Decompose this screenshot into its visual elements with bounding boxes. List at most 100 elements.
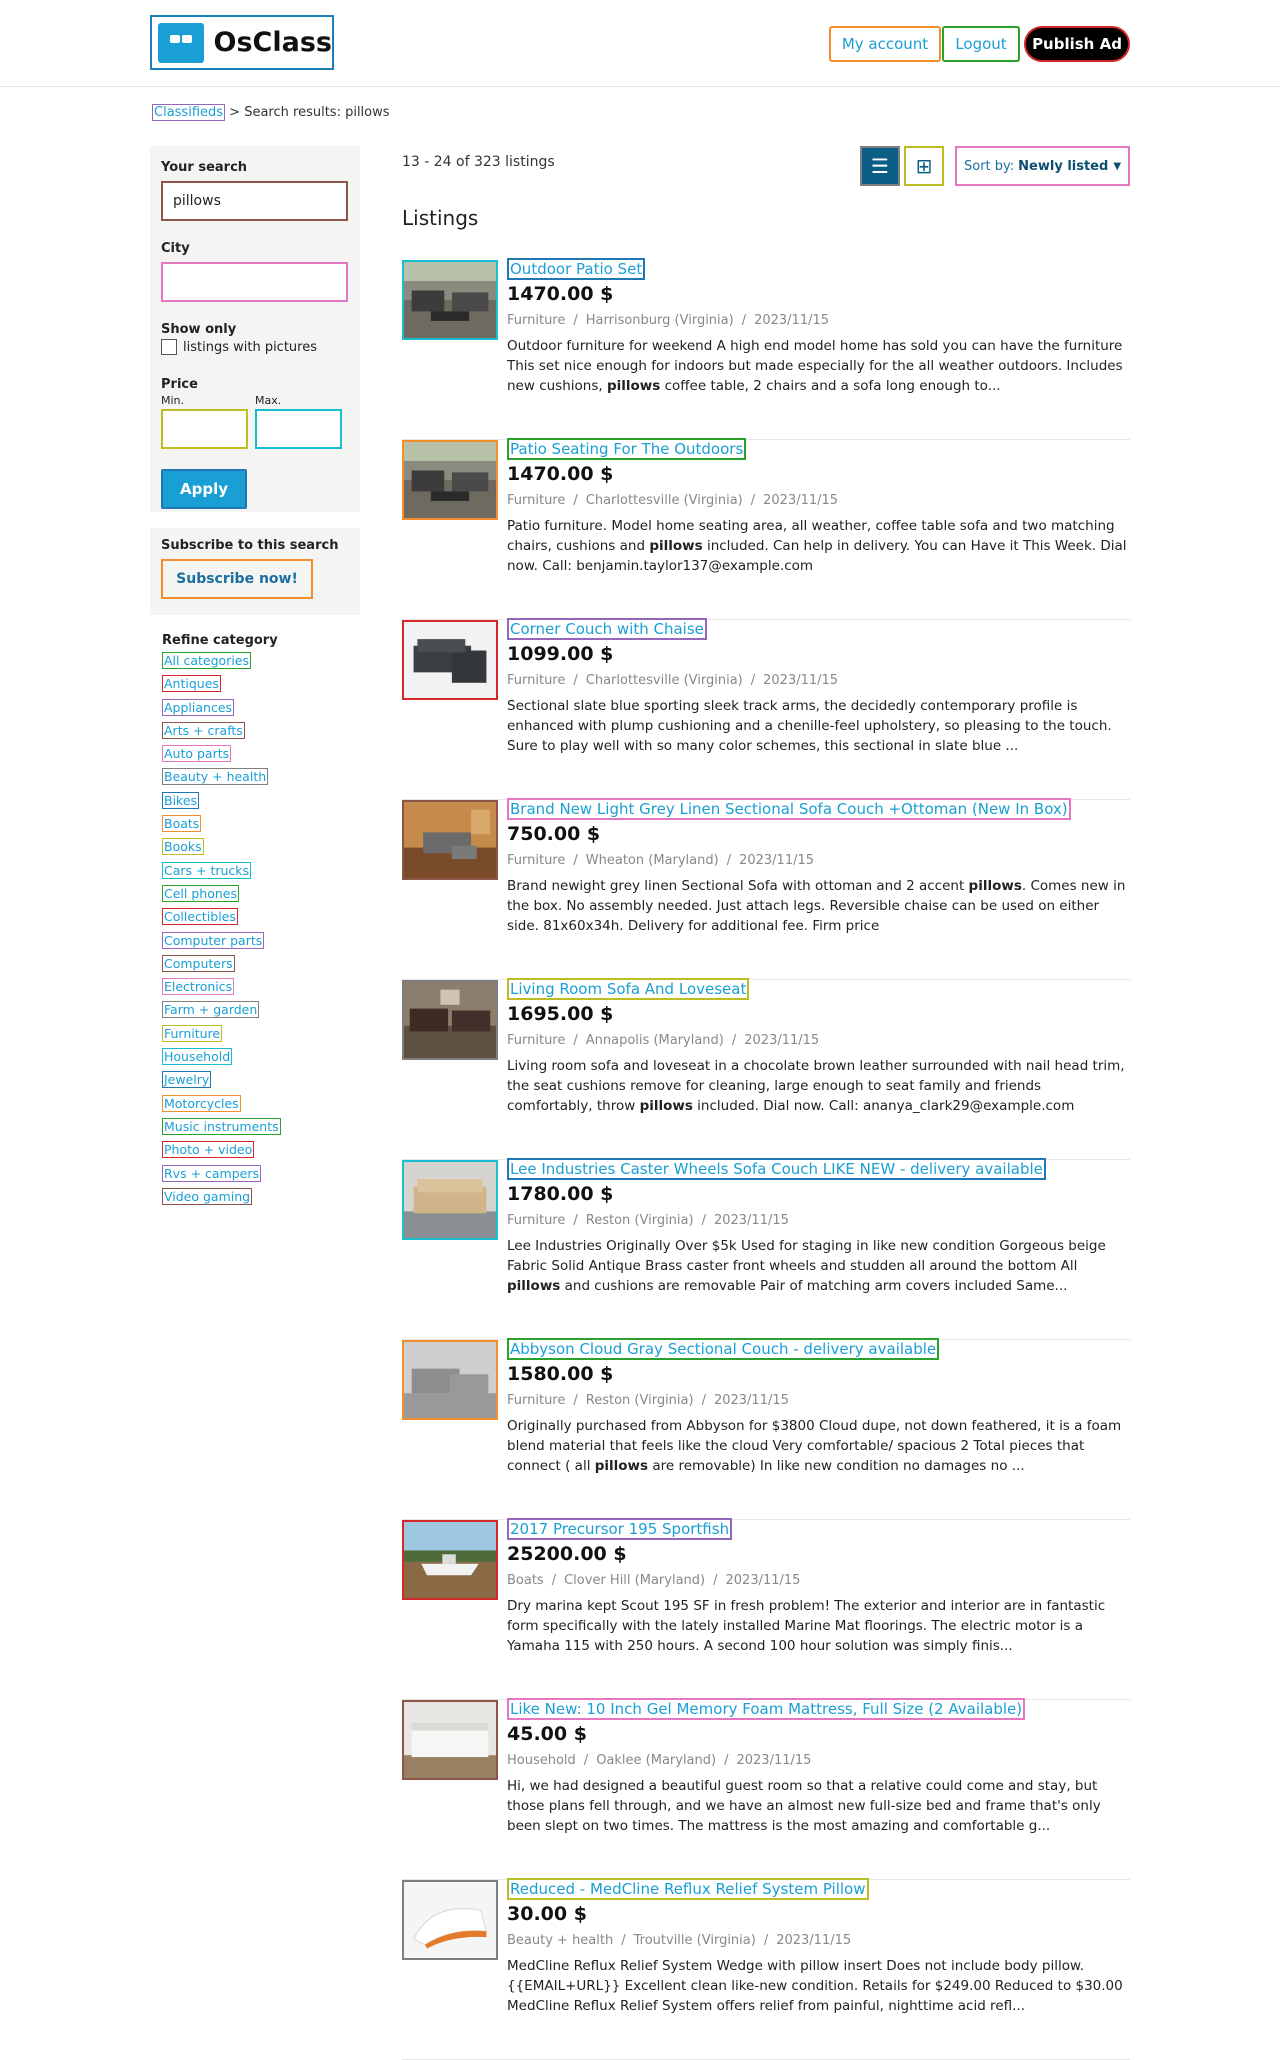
listing-thumbnail[interactable] xyxy=(402,1340,498,1420)
subscribe-box: Subscribe to this search Subscribe now! xyxy=(150,528,360,615)
listing-thumbnail[interactable] xyxy=(402,1520,498,1600)
meta-separator: / xyxy=(573,673,578,688)
price-max-input[interactable] xyxy=(255,409,342,449)
listing-title-link[interactable]: Abbyson Cloud Gray Sectional Couch - del… xyxy=(507,1338,940,1360)
category-item: Arts + crafts xyxy=(162,721,360,745)
category-link[interactable]: Antiques xyxy=(162,675,221,693)
search-input[interactable]: pillows xyxy=(161,181,348,221)
listing-title-link[interactable]: Patio Seating For The Outdoors xyxy=(507,438,747,460)
category-item: Video gaming xyxy=(162,1187,360,1211)
category-link[interactable]: All categories xyxy=(162,652,251,669)
listing-price: 25200.00 $ xyxy=(507,1543,627,1565)
listing-thumbnail[interactable] xyxy=(402,980,498,1060)
site-header: OsClass My account Logout Publish Ad xyxy=(0,0,1280,87)
listing-thumbnail[interactable] xyxy=(402,1880,498,1960)
listing-title-link[interactable]: Lee Industries Caster Wheels Sofa Couch … xyxy=(507,1158,1046,1180)
listing-title-link[interactable]: Outdoor Patio Set xyxy=(507,258,646,280)
category-link[interactable]: Furniture xyxy=(162,1024,223,1042)
category-item: Jewelry xyxy=(162,1071,360,1094)
category-link[interactable]: Farm + garden xyxy=(162,1001,260,1019)
site-logo[interactable]: OsClass xyxy=(150,15,334,70)
listing-title-link[interactable]: Brand New Light Grey Linen Sectional Sof… xyxy=(507,798,1071,820)
category-item: Music instruments xyxy=(162,1117,360,1141)
listing-description: Dry marina kept Scout 195 SF in fresh pr… xyxy=(507,1596,1127,1656)
listing-thumbnail[interactable] xyxy=(402,620,498,700)
listing-date: 2023/11/15 xyxy=(739,853,815,868)
list-view-icon: ☰ xyxy=(871,154,889,178)
listing-category: Boats xyxy=(507,1573,544,1588)
listing-title-link[interactable]: Reduced - MedCline Reflux Relief System … xyxy=(507,1878,869,1900)
description-text: coffee table, 2 chairs and a sofa long e… xyxy=(660,378,1001,394)
meta-separator: / xyxy=(726,853,732,868)
city-input[interactable] xyxy=(161,262,348,302)
category-item: Cars + trucks xyxy=(162,861,360,885)
category-link[interactable]: Electronics xyxy=(162,978,235,996)
category-link[interactable]: Motorcycles xyxy=(162,1094,241,1112)
category-link[interactable]: Jewelry xyxy=(162,1071,212,1089)
listing-date: 2023/11/15 xyxy=(744,1033,820,1048)
my-account-button[interactable]: My account xyxy=(829,26,941,62)
listing-item: Corner Couch with Chaise 1099.00 $ Furnitu… xyxy=(402,618,1130,800)
listing-meta: Furniture / Annapolis (Maryland) / 2023/11/1… xyxy=(507,1033,1127,1048)
listing-title-link[interactable]: 2017 Precursor 195 Sportfish xyxy=(507,1518,733,1540)
listing-title-link[interactable]: Living Room Sofa And Loveseat xyxy=(507,978,750,1000)
results-count: 13 - 24 of 323 listings xyxy=(402,154,555,170)
logout-button[interactable]: Logout xyxy=(942,26,1020,62)
category-link[interactable]: Cars + trucks xyxy=(162,861,252,879)
price-min-label: Min. xyxy=(161,394,185,407)
listing-item: Reduced - MedCline Reflux Relief System … xyxy=(402,1878,1130,2060)
listing-location: Annapolis (Maryland) xyxy=(585,1033,724,1048)
category-link[interactable]: Bikes xyxy=(162,791,200,809)
category-link[interactable]: Cell phones xyxy=(162,884,239,902)
list-view-button[interactable]: ☰ xyxy=(860,146,900,186)
category-link[interactable]: Arts + crafts xyxy=(162,721,245,739)
category-link[interactable]: Household xyxy=(162,1048,233,1066)
category-link[interactable]: Auto parts xyxy=(162,745,232,763)
description-highlight: pillows xyxy=(507,1278,561,1294)
listing-description: Originally purchased from Abbyson for $3… xyxy=(507,1416,1127,1476)
description-highlight: pillows xyxy=(968,878,1022,894)
listing-thumbnail[interactable] xyxy=(402,1700,498,1780)
price-min-input[interactable] xyxy=(161,409,248,449)
listing-thumbnail[interactable] xyxy=(402,1160,498,1240)
listing-meta: Furniture / Reston (Virginia) / 2023/11/15 xyxy=(507,1393,1127,1408)
category-link[interactable]: Appliances xyxy=(162,698,235,716)
listing-item: Patio Seating For The Outdoors 1470.00 $ F… xyxy=(402,438,1130,620)
description-text: Dry marina kept Scout 195 SF in fresh pr… xyxy=(507,1598,1106,1654)
meta-separator: / xyxy=(573,1213,578,1228)
category-link[interactable]: Photo + video xyxy=(162,1141,255,1159)
subscribe-button[interactable]: Subscribe now! xyxy=(161,559,313,599)
pictures-checkbox[interactable] xyxy=(161,339,177,355)
listing-thumbnail[interactable] xyxy=(402,800,498,880)
listing-item: Outdoor Patio Set 1470.00 $ Furniture / Harr… xyxy=(402,258,1130,440)
listing-thumbnail[interactable] xyxy=(402,260,498,340)
listing-meta: Furniture / Charlottesville (Virginia) / 202… xyxy=(507,493,1127,508)
category-link[interactable]: Computers xyxy=(162,954,235,972)
description-highlight: pillows xyxy=(606,378,661,394)
category-link[interactable]: Boats xyxy=(162,815,202,833)
category-link[interactable]: Beauty + health xyxy=(162,768,269,786)
listing-info: Reduced - MedCline Reflux Relief System … xyxy=(507,1878,1127,2016)
apply-button[interactable]: Apply xyxy=(161,469,247,509)
listing-thumbnail[interactable] xyxy=(402,440,498,520)
category-link[interactable]: Video gaming xyxy=(162,1187,253,1205)
search-form: Your search pillows City Show only listi… xyxy=(150,146,360,512)
listing-info: Patio Seating For The Outdoors 1470.00 $ F… xyxy=(507,438,1127,576)
meta-separator: / xyxy=(573,313,578,328)
description-text: included. Dial now. Call: ananya_clark29… xyxy=(692,1098,1075,1114)
category-item: Antiques xyxy=(162,675,360,698)
listing-description: MedCline Reflux Relief System Wedge with… xyxy=(507,1956,1127,2016)
listing-price: 1580.00 $ xyxy=(507,1363,614,1385)
sort-dropdown[interactable]: Sort by: Newly listed ▼ xyxy=(955,146,1130,186)
grid-view-button[interactable]: ⊞ xyxy=(904,146,944,186)
listing-title-link[interactable]: Like New: 10 Inch Gel Memory Foam Mattre… xyxy=(507,1698,1026,1720)
breadcrumb-classifieds-link[interactable]: Classifieds xyxy=(152,104,226,121)
category-link[interactable]: Books xyxy=(162,838,204,856)
category-link[interactable]: Collectibles xyxy=(162,908,238,926)
listing-title-link[interactable]: Corner Couch with Chaise xyxy=(507,618,707,640)
category-link[interactable]: Rvs + campers xyxy=(162,1164,262,1182)
publish-ad-button[interactable]: Publish Ad xyxy=(1024,26,1130,62)
category-link[interactable]: Music instruments xyxy=(162,1117,281,1135)
category-item: Electronics xyxy=(162,978,360,1001)
category-link[interactable]: Computer parts xyxy=(162,931,265,949)
